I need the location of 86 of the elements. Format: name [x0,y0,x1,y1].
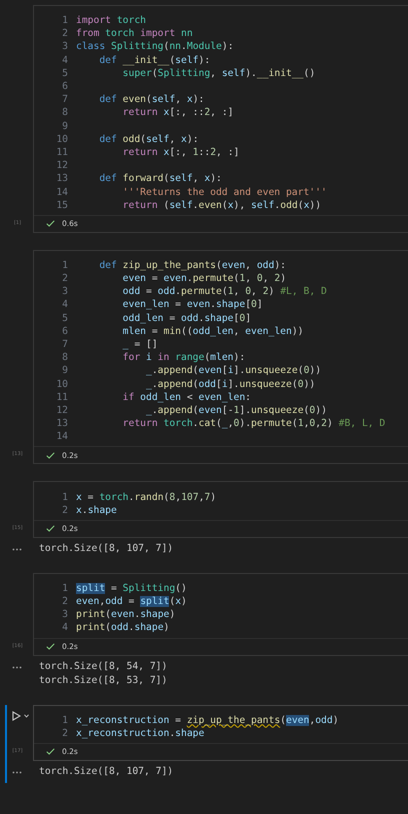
line-number: 6 [61,326,68,337]
code-line: x = torch.randn(8,107,7) [76,492,216,503]
line-number: 2 [61,728,68,739]
code-line: even,odd = split(x) [76,596,187,608]
code-line: x_reconstruction.shape [76,728,204,739]
check-icon [46,525,55,532]
line-number: 1 [61,714,68,726]
line-number: 12 [55,160,68,172]
line-number: 13 [55,173,68,184]
line-number: 14 [55,186,68,198]
line-number: 5 [61,312,68,324]
output-text: torch.Size([8, 107, 7]) [39,764,174,779]
code-line: print(even.shape) [76,609,176,620]
line-number: 9 [61,120,68,132]
line-number: 10 [55,378,68,390]
code-line: odd = odd.permute(1, 0, 2) #L, B, D [122,286,327,298]
code-line: odd_len = odd.shape[0] [122,312,252,324]
code-line: import torch [76,15,146,26]
check-icon [46,643,55,650]
line-number: 2 [61,504,68,516]
line-number: 5 [61,68,68,79]
more-icon[interactable] [12,666,22,669]
output-text: torch.Size([8, 53, 7]) [39,674,168,688]
line-number: 3 [61,41,68,52]
code-line: def even(self, x): [98,94,204,106]
code-line: for i in range(mlen): [122,352,246,364]
output-text: torch.Size([8, 107, 7]) [39,542,174,556]
code-line: even_len = even.shape[0] [122,299,263,310]
check-icon [46,220,55,228]
line-number: 2 [61,273,68,284]
code-line: even = even.permute(1, 0, 2) [122,273,286,284]
chevron-icon[interactable] [24,714,29,718]
line-number: 11 [55,146,68,158]
code-line: x.shape [76,504,117,516]
code-line: _ = [] [122,339,158,350]
code-line: def zip_up_the_pants(even, odd): [98,260,286,271]
code-line: if odd_len < even_len: [122,392,252,403]
line-number: 14 [55,431,68,442]
line-number: 1 [61,582,68,594]
code-cell[interactable] [33,5,408,233]
line-number: 7 [61,94,68,106]
line-number: 3 [61,609,68,620]
line-number: 4 [61,299,68,310]
output-text: torch.Size([8, 54, 7]) [39,660,168,674]
code-line: mlen = min((odd_len, even_len)) [122,326,304,337]
code-cell[interactable] [33,250,408,464]
code-line: return (self.even(x), self.odd(x)) [122,200,322,211]
code-line: return x[:, ::2, :] [122,107,234,118]
code-line: _.append(even[-1].unsqueeze(0)) [144,404,327,416]
more-icon[interactable] [12,548,22,551]
line-number: 7 [61,339,68,350]
code-line: x_reconstruction = zip_up_the_pants(even,odd) [76,714,339,726]
line-number: 13 [55,418,68,430]
line-number: 10 [55,134,68,145]
line-number: 2 [61,28,68,40]
line-number: 8 [61,107,68,118]
code-line: '''Returns the odd and even part''' [122,186,327,198]
check-icon [46,452,55,459]
line-number: 9 [61,365,68,376]
line-number: 11 [55,392,68,403]
line-number: 6 [61,81,68,92]
line-number: 12 [55,404,68,416]
code-line: return torch.cat(_,0).permute(1,0,2) #B, L, D [122,418,386,430]
code-line: class Splitting(nn.Module): [76,41,234,52]
code-line: super(Splitting, self).__init__() [122,68,316,79]
check-icon [46,748,55,756]
code-line: print(odd.shape) [76,622,170,634]
line-number: 1 [61,260,68,271]
line-number: 3 [61,286,68,298]
code-line: def forward(self, x): [98,173,222,184]
line-number: 4 [61,622,68,634]
more-icon[interactable] [12,770,22,774]
code-line: _.append(odd[i].unsqueeze(0)) [144,378,316,390]
code-line: split = Splitting() [76,582,187,594]
code-line: def odd(self, x): [98,134,199,145]
run-icon[interactable] [12,710,21,721]
line-number: 15 [55,200,68,211]
code-line: return x[:, 1::2, :] [122,146,240,158]
line-number: 4 [61,54,68,66]
code-line: def __init__(self): [98,54,210,66]
line-number: 2 [61,596,68,608]
line-number: 1 [61,492,68,503]
line-number: 1 [61,15,68,26]
code-line: from torch import nn [76,28,193,40]
line-number: 8 [61,352,68,364]
code-line: _.append(even[i].unsqueeze(0)) [144,365,322,376]
